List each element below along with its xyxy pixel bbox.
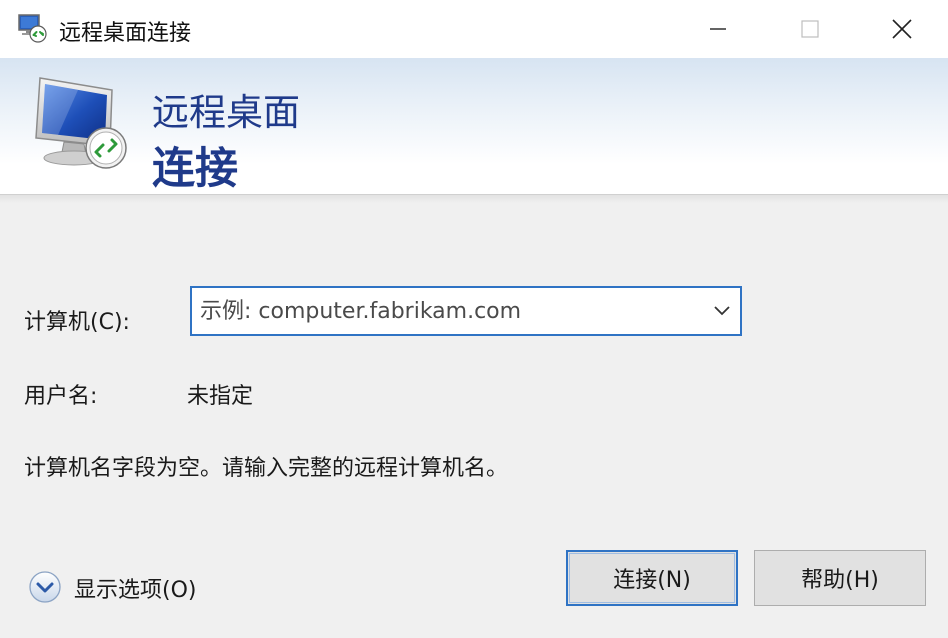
- header-banner: [0, 58, 948, 195]
- computer-combobox[interactable]: [190, 286, 742, 336]
- minimize-button[interactable]: [672, 0, 764, 58]
- expand-circle-icon[interactable]: [28, 570, 62, 604]
- chevron-down-icon[interactable]: [712, 303, 732, 319]
- help-button[interactable]: 帮助(H): [754, 550, 926, 606]
- window-title: 远程桌面连接: [59, 21, 192, 46]
- minimize-icon: [710, 28, 726, 30]
- banner-title-line1: 远程桌面: [152, 91, 300, 134]
- remote-desktop-icon: [18, 14, 47, 43]
- title-bar[interactable]: 远程桌面连接: [0, 0, 948, 58]
- close-icon: [892, 19, 912, 39]
- show-options-link[interactable]: 显示选项(O): [74, 572, 196, 604]
- username-label: 用户名:: [24, 384, 98, 409]
- monitor-connect-icon: [35, 77, 127, 169]
- maximize-icon: [801, 20, 819, 38]
- banner-divider: [0, 195, 948, 203]
- banner-title-line2: 连接: [152, 144, 238, 194]
- maximize-button[interactable]: [764, 0, 856, 58]
- computer-input[interactable]: [200, 288, 700, 334]
- close-button[interactable]: [856, 0, 948, 58]
- username-value: 未指定: [187, 384, 254, 409]
- computer-label: 计算机(C):: [24, 310, 130, 335]
- connect-button[interactable]: 连接(N): [566, 550, 738, 606]
- validation-message: 计算机名字段为空。请输入完整的远程计算机名。: [24, 456, 509, 481]
